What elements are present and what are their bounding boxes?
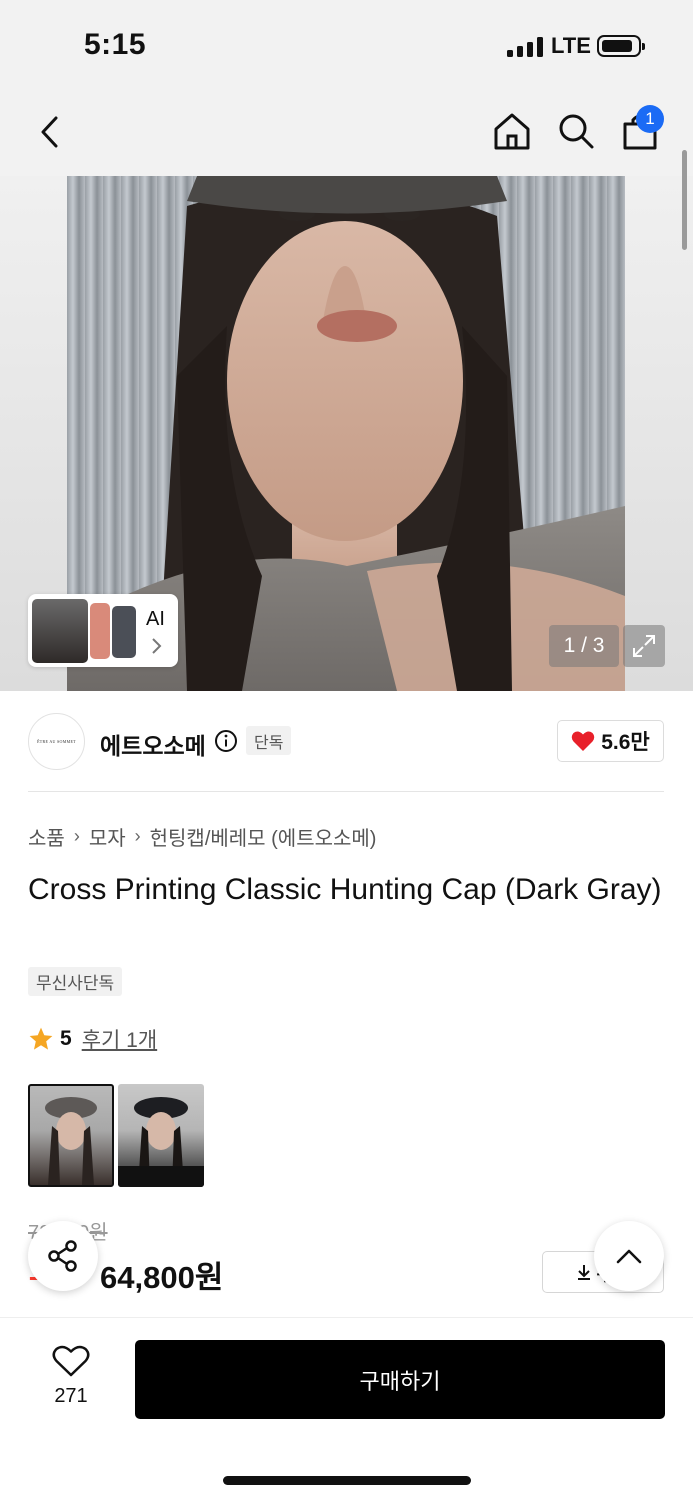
cart-count-badge: 1 [636, 105, 664, 133]
breadcrumb-item[interactable]: 소품 [28, 822, 65, 851]
exclusive-tag: 단독 [246, 726, 292, 755]
exclusive-tag: 무신사단독 [28, 967, 123, 996]
home-indicator [223, 1476, 471, 1485]
ai-thumb-2 [90, 603, 110, 659]
ai-recommend-chip[interactable]: AI [28, 594, 178, 667]
divider [28, 791, 664, 792]
rating-score: 5 [60, 1027, 72, 1050]
heart-outline-icon [52, 1345, 90, 1377]
signal-icon [507, 37, 543, 57]
chevron-right-icon: › [134, 826, 141, 846]
scrollbar[interactable] [682, 150, 687, 250]
battery-icon [597, 35, 645, 57]
current-price: 64,800원 [100, 1260, 224, 1295]
status-bar: 5:15 LTE [0, 0, 693, 92]
breadcrumb: 소품 › 모자 › 헌팅캡/베레모 (에트오소메) [28, 822, 376, 851]
chevron-up-icon [616, 1249, 642, 1264]
bottom-action-bar: 271 구매하기 [0, 1317, 693, 1500]
network-label: LTE [551, 33, 591, 58]
brand-like-button[interactable]: 5.6만 [557, 720, 664, 762]
share-button[interactable] [28, 1221, 98, 1291]
ai-thumb-1 [32, 599, 88, 663]
chevron-right-icon: › [73, 826, 80, 846]
brand-name[interactable]: 에트오소메 [100, 727, 206, 761]
breadcrumb-item[interactable]: 모자 [89, 822, 126, 851]
rating-row: 5 후기 1개 [28, 1024, 157, 1054]
expand-icon[interactable] [623, 625, 665, 667]
product-title: Cross Printing Classic Hunting Cap (Dark… [28, 873, 662, 906]
wishlist-count: 271 [54, 1385, 88, 1407]
heart-filled-icon [571, 731, 595, 751]
brand-like-count: 5.6만 [601, 731, 650, 754]
top-nav [0, 92, 693, 176]
star-icon [29, 1027, 53, 1050]
brand-logo[interactable]: ÊTRE AU SOMMET [28, 713, 85, 770]
status-time: 5:15 [84, 28, 147, 61]
search-icon[interactable] [554, 109, 598, 153]
back-icon[interactable] [28, 110, 72, 154]
buy-button[interactable]: 구매하기 [135, 1340, 665, 1419]
chevron-right-icon [152, 638, 162, 654]
info-icon[interactable] [214, 729, 238, 753]
gallery-page-indicator: 1 / 3 [549, 625, 619, 667]
breadcrumb-item[interactable]: 헌팅캡/베레모 (에트오소메) [150, 822, 377, 851]
download-icon [577, 1265, 590, 1280]
scroll-top-button[interactable] [594, 1221, 664, 1291]
color-option-black[interactable] [118, 1084, 204, 1187]
review-link[interactable]: 후기 1개 [82, 1024, 157, 1054]
share-icon [48, 1240, 77, 1272]
ai-label: AI [146, 608, 165, 630]
brand-row: ÊTRE AU SOMMET 에트오소메 단독 5.6만 [0, 691, 693, 791]
color-option-dark-gray[interactable] [28, 1084, 114, 1187]
wishlist-button[interactable]: 271 [40, 1344, 102, 1408]
ai-thumb-3 [112, 606, 136, 658]
home-icon[interactable] [490, 109, 534, 153]
